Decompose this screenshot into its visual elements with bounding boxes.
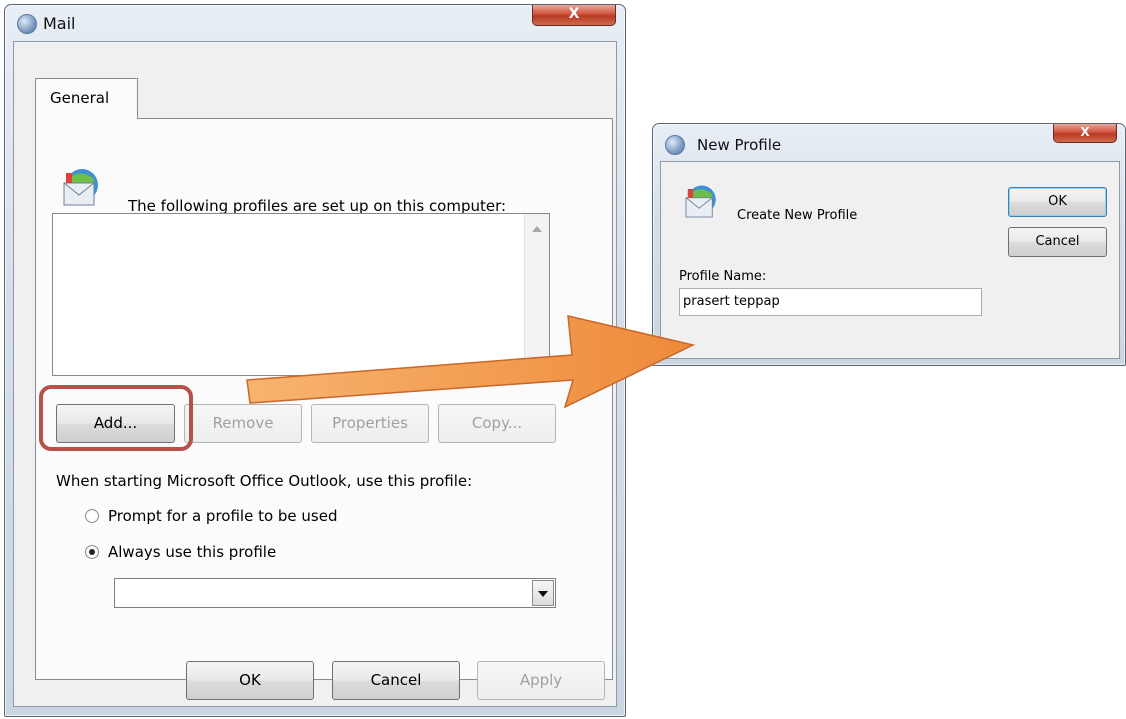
profile-name-input[interactable]: prasert teppap — [679, 288, 982, 316]
create-new-profile-heading: Create New Profile — [737, 208, 858, 223]
new-profile-ok-button[interactable]: OK — [1008, 187, 1107, 217]
new-profile-client-area: Create New Profile Profile Name: prasert… — [660, 161, 1120, 359]
always-use-profile-radio[interactable] — [85, 545, 99, 559]
mail-dialog: Mail X General The following profiles ar… — [4, 4, 626, 717]
chevron-down-icon[interactable] — [532, 580, 554, 606]
new-profile-app-icon — [665, 135, 685, 155]
remove-button[interactable]: Remove — [184, 404, 302, 443]
cancel-button[interactable]: Cancel — [332, 661, 460, 700]
profile-select[interactable] — [114, 578, 556, 608]
copy-button[interactable]: Copy... — [438, 404, 556, 443]
profile-name-label: Profile Name: — [679, 269, 767, 284]
mail-titlebar[interactable]: Mail X — [5, 5, 625, 39]
ok-button[interactable]: OK — [186, 661, 314, 700]
tab-general[interactable]: General — [35, 78, 138, 119]
new-profile-icon — [685, 185, 716, 218]
profiles-scrollbar[interactable] — [524, 214, 549, 375]
profiles-icon — [63, 169, 98, 206]
new-profile-title: New Profile — [697, 136, 782, 154]
new-profile-cancel-button[interactable]: Cancel — [1008, 227, 1107, 257]
apply-button[interactable]: Apply — [477, 661, 605, 700]
always-use-profile-label[interactable]: Always use this profile — [108, 543, 276, 561]
mail-app-icon — [17, 14, 37, 34]
mail-close-button[interactable]: X — [532, 5, 616, 26]
prompt-profile-radio[interactable] — [85, 509, 99, 523]
mail-client-area: General The following profiles are set u… — [13, 41, 617, 707]
profiles-listbox[interactable] — [52, 213, 550, 376]
properties-button[interactable]: Properties — [311, 404, 429, 443]
new-profile-dialog: New Profile X Create New Profile Profile… — [652, 123, 1126, 366]
add-button-highlight — [39, 385, 193, 451]
mail-title: Mail — [43, 14, 76, 33]
startup-profile-label: When starting Microsoft Office Outlook, … — [56, 472, 473, 490]
new-profile-close-button[interactable]: X — [1053, 124, 1117, 143]
prompt-profile-label[interactable]: Prompt for a profile to be used — [108, 507, 338, 525]
scroll-up-icon[interactable] — [532, 226, 542, 232]
new-profile-titlebar[interactable]: New Profile X — [653, 124, 1125, 158]
